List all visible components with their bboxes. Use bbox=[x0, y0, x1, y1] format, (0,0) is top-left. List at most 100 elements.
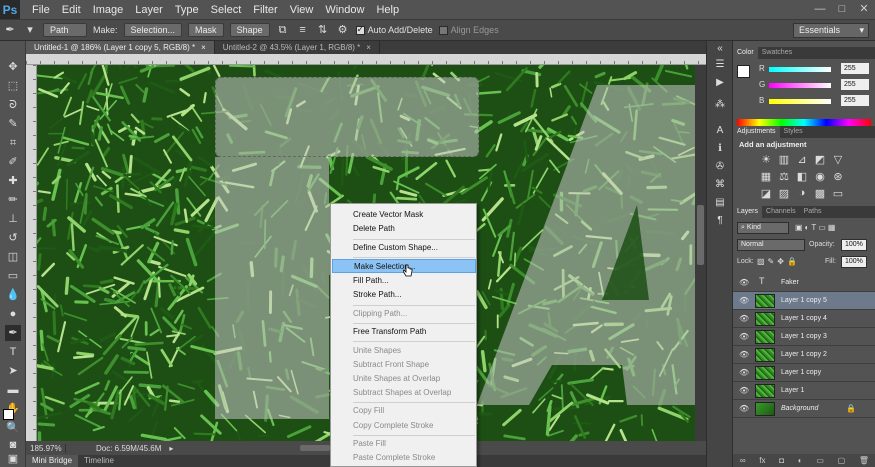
menu-type[interactable]: Type bbox=[169, 4, 205, 16]
menu-item-delete-path[interactable]: Delete Path bbox=[332, 222, 476, 236]
new-group-icon[interactable]: ▭ bbox=[816, 454, 824, 467]
visibility-eye-icon[interactable]: 👁 bbox=[739, 278, 749, 287]
menu-item-create-vector-mask[interactable]: Create Vector Mask bbox=[332, 208, 476, 222]
blend-mode-dropdown[interactable]: Normal bbox=[737, 239, 805, 251]
menu-item-copy-complete-stroke[interactable]: Copy Complete Stroke bbox=[332, 419, 476, 433]
vertical-ruler[interactable] bbox=[26, 65, 37, 441]
layer-row-layer-1-copy-5[interactable]: 👁 Layer 1 copy 5 bbox=[733, 292, 875, 310]
make-selection-button[interactable]: Selection... bbox=[123, 23, 183, 37]
opacity-field[interactable]: 100% bbox=[841, 239, 867, 251]
dodge-tool-icon[interactable]: ● bbox=[5, 306, 21, 322]
invert-icon[interactable]: ◪ bbox=[757, 187, 775, 204]
tool-presets-icon[interactable]: ⌘ bbox=[714, 179, 726, 191]
tab-timeline[interactable]: Timeline bbox=[78, 455, 120, 467]
green-slider[interactable] bbox=[769, 83, 831, 88]
blue-slider[interactable] bbox=[769, 99, 831, 104]
kind-filter-dropdown[interactable]: ⌕ Kind bbox=[737, 222, 789, 234]
scrollbar-thumb[interactable] bbox=[697, 205, 704, 265]
horizontal-scrollbar-thumb[interactable] bbox=[300, 445, 330, 451]
path-selection-tool-icon[interactable]: ➤ bbox=[5, 363, 21, 379]
status-arrow-icon[interactable]: ▸ bbox=[169, 444, 173, 453]
tab-mini-bridge[interactable]: Mini Bridge bbox=[26, 455, 79, 467]
tab-channels[interactable]: Channels bbox=[762, 206, 800, 218]
curves-icon[interactable]: ⊿ bbox=[793, 153, 811, 170]
layer-row-layer-1-copy-3[interactable]: 👁 Layer 1 copy 3 bbox=[733, 328, 875, 346]
path-alignment-icon[interactable]: ≡ bbox=[296, 23, 310, 37]
levels-icon[interactable]: ▥ bbox=[775, 153, 793, 170]
menu-file[interactable]: File bbox=[26, 4, 56, 16]
align-edges-checkbox[interactable]: Align Edges bbox=[438, 25, 499, 36]
history-icon[interactable]: ☰ bbox=[714, 59, 726, 71]
make-mask-button[interactable]: Mask bbox=[188, 23, 224, 37]
screen-mode-icon[interactable]: ▣ bbox=[5, 451, 21, 467]
blue-value-field[interactable]: 255 bbox=[841, 95, 869, 106]
photo-filter-icon[interactable]: ◉ bbox=[811, 170, 829, 187]
close-tab-icon[interactable]: × bbox=[201, 43, 206, 52]
visibility-eye-icon[interactable]: 👁 bbox=[739, 332, 749, 341]
brush-presets-icon[interactable]: ⁂ bbox=[714, 99, 726, 111]
gradient-map-icon[interactable]: ▭ bbox=[829, 187, 847, 204]
menu-item-define-custom-shape[interactable]: Define Custom Shape... bbox=[332, 241, 476, 255]
minimize-button[interactable]: — bbox=[809, 0, 831, 19]
menu-image[interactable]: Image bbox=[87, 4, 130, 16]
pen-tool-icon-active[interactable]: ✒ bbox=[5, 325, 21, 341]
new-layer-icon[interactable]: ▢ bbox=[838, 454, 846, 467]
menu-item-subtract-shapes-at-overlap[interactable]: Subtract Shapes at Overlap bbox=[332, 386, 476, 400]
notes-icon[interactable]: ▤ bbox=[714, 197, 726, 209]
healing-brush-tool-icon[interactable]: ✚ bbox=[5, 173, 21, 189]
menu-window[interactable]: Window bbox=[319, 4, 370, 16]
vibrance-icon[interactable]: ▽ bbox=[829, 153, 847, 170]
fill-field[interactable]: 100% bbox=[841, 256, 867, 268]
zoom-level[interactable]: 185.97% bbox=[26, 443, 66, 453]
tab-paths[interactable]: Paths bbox=[800, 206, 826, 218]
foreground-swatch[interactable] bbox=[737, 65, 750, 78]
threshold-icon[interactable]: ◑ bbox=[793, 187, 811, 204]
lasso-tool-icon[interactable]: ᘐ bbox=[5, 97, 21, 113]
menu-item-paste-complete-stroke[interactable]: Paste Complete Stroke bbox=[332, 451, 476, 465]
posterize-icon[interactable]: ▨ bbox=[775, 187, 793, 204]
green-value-field[interactable]: 255 bbox=[841, 79, 869, 90]
layer-row-layer-1-copy[interactable]: 👁 Layer 1 copy bbox=[733, 364, 875, 382]
visibility-eye-icon[interactable]: 👁 bbox=[739, 314, 749, 323]
foreground-color-swatch[interactable] bbox=[3, 409, 14, 420]
marquee-tool-icon[interactable]: ⬚ bbox=[5, 78, 21, 94]
brightness-icon[interactable]: ☀ bbox=[757, 153, 775, 170]
eyedropper-tool-icon[interactable]: ✐ bbox=[5, 154, 21, 170]
workspace-dropdown[interactable]: Essentials ▾ bbox=[793, 23, 869, 38]
chevron-down-icon[interactable]: ▾ bbox=[23, 23, 37, 37]
clone-source-icon[interactable]: ✇ bbox=[714, 161, 726, 173]
clone-stamp-tool-icon[interactable]: ⊥ bbox=[5, 211, 21, 227]
vertical-scrollbar[interactable] bbox=[695, 65, 706, 441]
path-arrangement-icon[interactable]: ⇅ bbox=[316, 23, 330, 37]
menu-item-copy-fill[interactable]: Copy Fill bbox=[332, 404, 476, 418]
red-slider[interactable] bbox=[769, 67, 831, 72]
tab-adjustments[interactable]: Adjustments bbox=[733, 126, 780, 138]
color-balance-icon[interactable]: ⚖ bbox=[775, 170, 793, 187]
menu-item-paste-fill[interactable]: Paste Fill bbox=[332, 437, 476, 451]
visibility-eye-icon[interactable]: 👁 bbox=[739, 350, 749, 359]
document-size[interactable]: Doc: 6.59M/45.6M bbox=[66, 444, 161, 453]
layer-row-layer-1[interactable]: 👁 Layer 1 bbox=[733, 382, 875, 400]
crop-tool-icon[interactable]: ⌗ bbox=[5, 135, 21, 151]
trash-icon[interactable]: 🗑 bbox=[859, 454, 869, 467]
play-actions-icon[interactable]: ▶ bbox=[714, 77, 726, 89]
tab-styles[interactable]: Styles bbox=[780, 126, 807, 138]
layer-row-layer-1-copy-4[interactable]: 👁 Layer 1 copy 4 bbox=[733, 310, 875, 328]
tab-untitled-2[interactable]: Untitled-2 @ 43.5% (Layer 1, RGB/8) * × bbox=[215, 41, 380, 54]
selective-color-icon[interactable]: ▩ bbox=[811, 187, 829, 204]
character-icon[interactable]: A bbox=[714, 125, 726, 137]
visibility-eye-icon[interactable]: 👁 bbox=[739, 386, 749, 395]
menu-view[interactable]: View bbox=[284, 4, 320, 16]
exposure-icon[interactable]: ◩ bbox=[811, 153, 829, 170]
menu-layer[interactable]: Layer bbox=[129, 4, 169, 16]
visibility-eye-icon[interactable]: 👁 bbox=[739, 368, 749, 377]
menu-item-stroke-path[interactable]: Stroke Path... bbox=[332, 288, 476, 302]
tab-color[interactable]: Color bbox=[733, 47, 758, 59]
make-shape-button[interactable]: Shape bbox=[229, 23, 270, 37]
brush-tool-icon[interactable]: ✏ bbox=[5, 192, 21, 208]
menu-edit[interactable]: Edit bbox=[56, 4, 87, 16]
layer-row-layer-1-copy-2[interactable]: 👁 Layer 1 copy 2 bbox=[733, 346, 875, 364]
menu-item-subtract-front-shape[interactable]: Subtract Front Shape bbox=[332, 358, 476, 372]
lock-icons[interactable]: ▨✎✥🔒 bbox=[757, 257, 800, 266]
pen-tool-icon[interactable]: ✒ bbox=[3, 23, 17, 37]
